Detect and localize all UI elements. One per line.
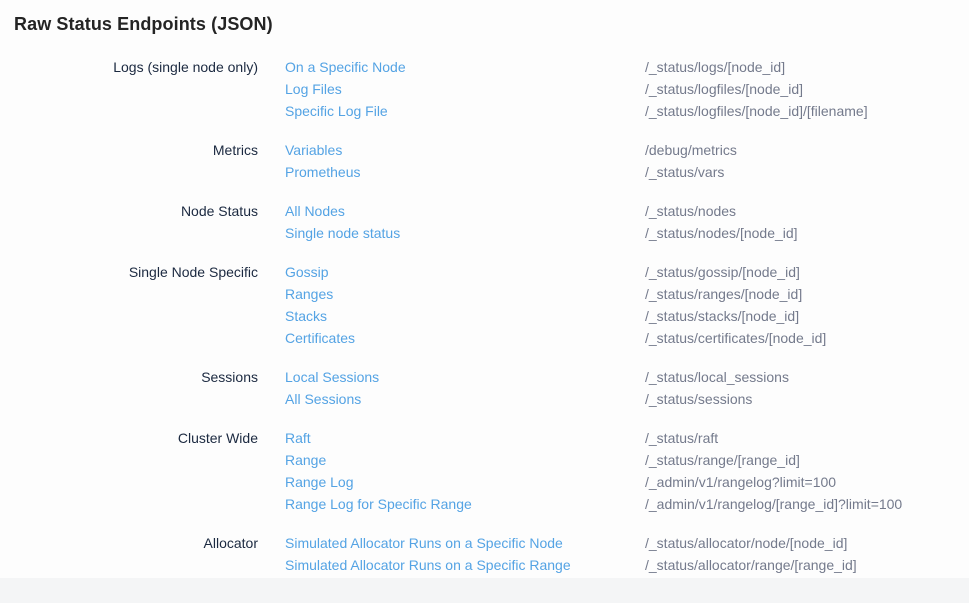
endpoint-link[interactable]: Specific Log File (285, 100, 645, 122)
endpoint-link[interactable]: Gossip (285, 261, 645, 283)
endpoint-link[interactable]: Stacks (285, 305, 645, 327)
endpoint-path: /_status/range/[range_id] (645, 449, 969, 471)
endpoint-link[interactable]: Range (285, 449, 645, 471)
endpoint-path: /_status/raft (645, 427, 969, 449)
endpoint-path: /_status/logs/[node_id] (645, 56, 969, 78)
endpoint-path: /debug/metrics (645, 139, 969, 161)
links-column: RaftRangeRange LogRange Log for Specific… (258, 427, 645, 515)
paths-column: /_status/raft/_status/range/[range_id]/_… (645, 427, 969, 515)
paths-column: /_status/nodes/_status/nodes/[node_id] (645, 200, 969, 244)
endpoint-path: /_status/stacks/[node_id] (645, 305, 969, 327)
links-column: Local SessionsAll Sessions (258, 366, 645, 410)
endpoint-link[interactable]: Variables (285, 139, 645, 161)
endpoint-link[interactable]: Single node status (285, 222, 645, 244)
endpoint-group: Single Node Specific GossipRangesStacksC… (14, 261, 969, 349)
endpoint-link[interactable]: Range Log for Specific Range (285, 493, 645, 515)
endpoint-path: /_status/nodes (645, 200, 969, 222)
category-label: Logs (single node only) (14, 56, 258, 122)
links-column: Simulated Allocator Runs on a Specific N… (258, 532, 645, 576)
endpoint-path: /_admin/v1/rangelog?limit=100 (645, 471, 969, 493)
category-label: Single Node Specific (14, 261, 258, 349)
endpoint-link[interactable]: Ranges (285, 283, 645, 305)
endpoint-path: /_status/ranges/[node_id] (645, 283, 969, 305)
endpoint-group: Node Status All NodesSingle node status … (14, 200, 969, 244)
paths-column: /_status/logs/[node_id]/_status/logfiles… (645, 56, 969, 122)
endpoint-link[interactable]: Local Sessions (285, 366, 645, 388)
endpoint-link[interactable]: Prometheus (285, 161, 645, 183)
endpoint-path: /_status/allocator/range/[range_id] (645, 554, 969, 576)
endpoint-link[interactable]: All Nodes (285, 200, 645, 222)
endpoint-path: /_admin/v1/rangelog/[range_id]?limit=100 (645, 493, 969, 515)
category-label: Metrics (14, 139, 258, 183)
endpoint-path: /_status/certificates/[node_id] (645, 327, 969, 349)
endpoint-link[interactable]: All Sessions (285, 388, 645, 410)
endpoint-path: /_status/sessions (645, 388, 969, 410)
endpoint-link[interactable]: Certificates (285, 327, 645, 349)
endpoint-link[interactable]: Log Files (285, 78, 645, 100)
links-column: On a Specific NodeLog FilesSpecific Log … (258, 56, 645, 122)
category-label: Sessions (14, 366, 258, 410)
endpoint-group: Logs (single node only) On a Specific No… (14, 56, 969, 122)
endpoint-link[interactable]: On a Specific Node (285, 56, 645, 78)
links-column: GossipRangesStacksCertificates (258, 261, 645, 349)
page-title: Raw Status Endpoints (JSON) (14, 14, 969, 34)
endpoint-groups: Logs (single node only) On a Specific No… (14, 56, 969, 576)
category-label: Node Status (14, 200, 258, 244)
endpoint-path: /_status/allocator/node/[node_id] (645, 532, 969, 554)
endpoint-path: /_status/gossip/[node_id] (645, 261, 969, 283)
bottom-band (0, 578, 969, 603)
endpoint-group: Allocator Simulated Allocator Runs on a … (14, 532, 969, 576)
category-label: Cluster Wide (14, 427, 258, 515)
endpoint-link[interactable]: Simulated Allocator Runs on a Specific N… (285, 532, 645, 554)
endpoint-group: Sessions Local SessionsAll Sessions /_st… (14, 366, 969, 410)
endpoint-link[interactable]: Range Log (285, 471, 645, 493)
paths-column: /debug/metrics/_status/vars (645, 139, 969, 183)
endpoint-group: Cluster Wide RaftRangeRange LogRange Log… (14, 427, 969, 515)
paths-column: /_status/gossip/[node_id]/_status/ranges… (645, 261, 969, 349)
endpoint-link[interactable]: Raft (285, 427, 645, 449)
paths-column: /_status/allocator/node/[node_id]/_statu… (645, 532, 969, 576)
endpoint-group: Metrics VariablesPrometheus /debug/metri… (14, 139, 969, 183)
endpoint-path: /_status/local_sessions (645, 366, 969, 388)
raw-status-endpoints-page: Raw Status Endpoints (JSON) Logs (single… (0, 0, 969, 603)
paths-column: /_status/local_sessions/_status/sessions (645, 366, 969, 410)
links-column: All NodesSingle node status (258, 200, 645, 244)
category-label: Allocator (14, 532, 258, 576)
endpoint-path: /_status/logfiles/[node_id]/[filename] (645, 100, 969, 122)
endpoint-link[interactable]: Simulated Allocator Runs on a Specific R… (285, 554, 645, 576)
links-column: VariablesPrometheus (258, 139, 645, 183)
endpoint-path: /_status/nodes/[node_id] (645, 222, 969, 244)
endpoint-path: /_status/vars (645, 161, 969, 183)
endpoint-path: /_status/logfiles/[node_id] (645, 78, 969, 100)
